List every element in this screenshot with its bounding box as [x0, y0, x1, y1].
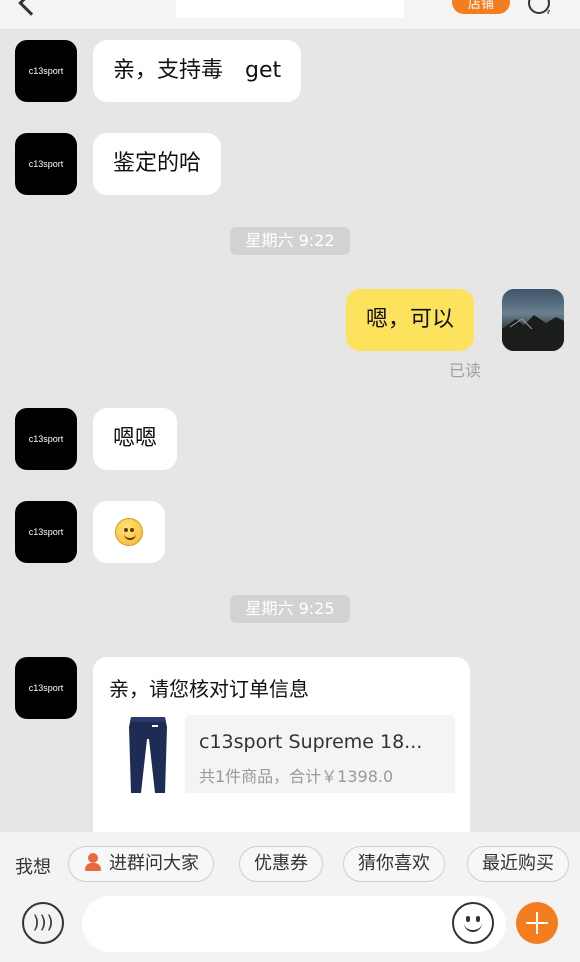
read-status: 已读	[449, 361, 482, 380]
my-message-bubble: 嗯，可以	[346, 289, 475, 351]
recent-purchase-chip[interactable]: 最近购买	[467, 846, 569, 882]
message-input[interactable]	[82, 896, 506, 952]
product-info[interactable]: c13sport Supreme 18... 共1件商品，合计￥1398.0	[185, 715, 455, 793]
message-bubble: 嗯嗯	[93, 408, 178, 470]
emoji-message-bubble	[93, 501, 165, 563]
user-avatar-image	[502, 315, 564, 351]
product-name: c13sport Supreme 18...	[199, 731, 423, 753]
shop-avatar[interactable]: c13sport	[15, 40, 77, 102]
shop-avatar[interactable]: c13sport	[15, 657, 77, 719]
timestamp: 星期六 9:25	[230, 595, 350, 623]
shop-button[interactable]: 店铺	[452, 0, 510, 14]
profile-settings-icon[interactable]	[528, 0, 550, 14]
message-bubble: 鉴定的哈	[93, 133, 222, 195]
shop-avatar[interactable]: c13sport	[15, 408, 77, 470]
user-avatar[interactable]	[502, 289, 564, 351]
order-card-title: 亲，请您核对订单信息	[109, 677, 309, 701]
chip-label: 进群问大家	[109, 853, 199, 874]
chat-header: 店铺	[0, 0, 580, 30]
voice-icon[interactable]: )))	[22, 902, 64, 944]
back-arrow-icon[interactable]	[18, 0, 44, 16]
order-summary: 共1件商品，合计￥1398.0	[199, 767, 394, 786]
smile-emoji-icon	[115, 518, 143, 546]
product-pants-image	[129, 717, 167, 793]
chat-title	[176, 0, 404, 18]
coupon-chip[interactable]: 优惠券	[239, 846, 323, 882]
smiley-icon[interactable]	[452, 902, 494, 944]
join-group-chip[interactable]: 进群问大家	[68, 846, 214, 882]
group-user-icon	[83, 852, 103, 872]
quick-actions-label: 我想	[15, 857, 51, 878]
shop-avatar[interactable]: c13sport	[15, 133, 77, 195]
shop-avatar[interactable]: c13sport	[15, 501, 77, 563]
quick-actions-bar: 我想 进群问大家 优惠券 猜你喜欢 最近购买	[0, 832, 580, 894]
plus-icon[interactable]	[516, 902, 558, 944]
timestamp: 星期六 9:22	[230, 227, 350, 255]
order-card[interactable]: 亲，请您核对订单信息 c13sport Supreme 18... 共1件商品，…	[93, 657, 470, 832]
message-bubble: 亲，支持毒 get	[93, 40, 302, 102]
input-bar: )))	[0, 894, 580, 962]
recommend-chip[interactable]: 猜你喜欢	[343, 846, 445, 882]
message-list[interactable]: c13sport 亲，支持毒 get c13sport 鉴定的哈 星期六 9:2…	[0, 30, 580, 832]
